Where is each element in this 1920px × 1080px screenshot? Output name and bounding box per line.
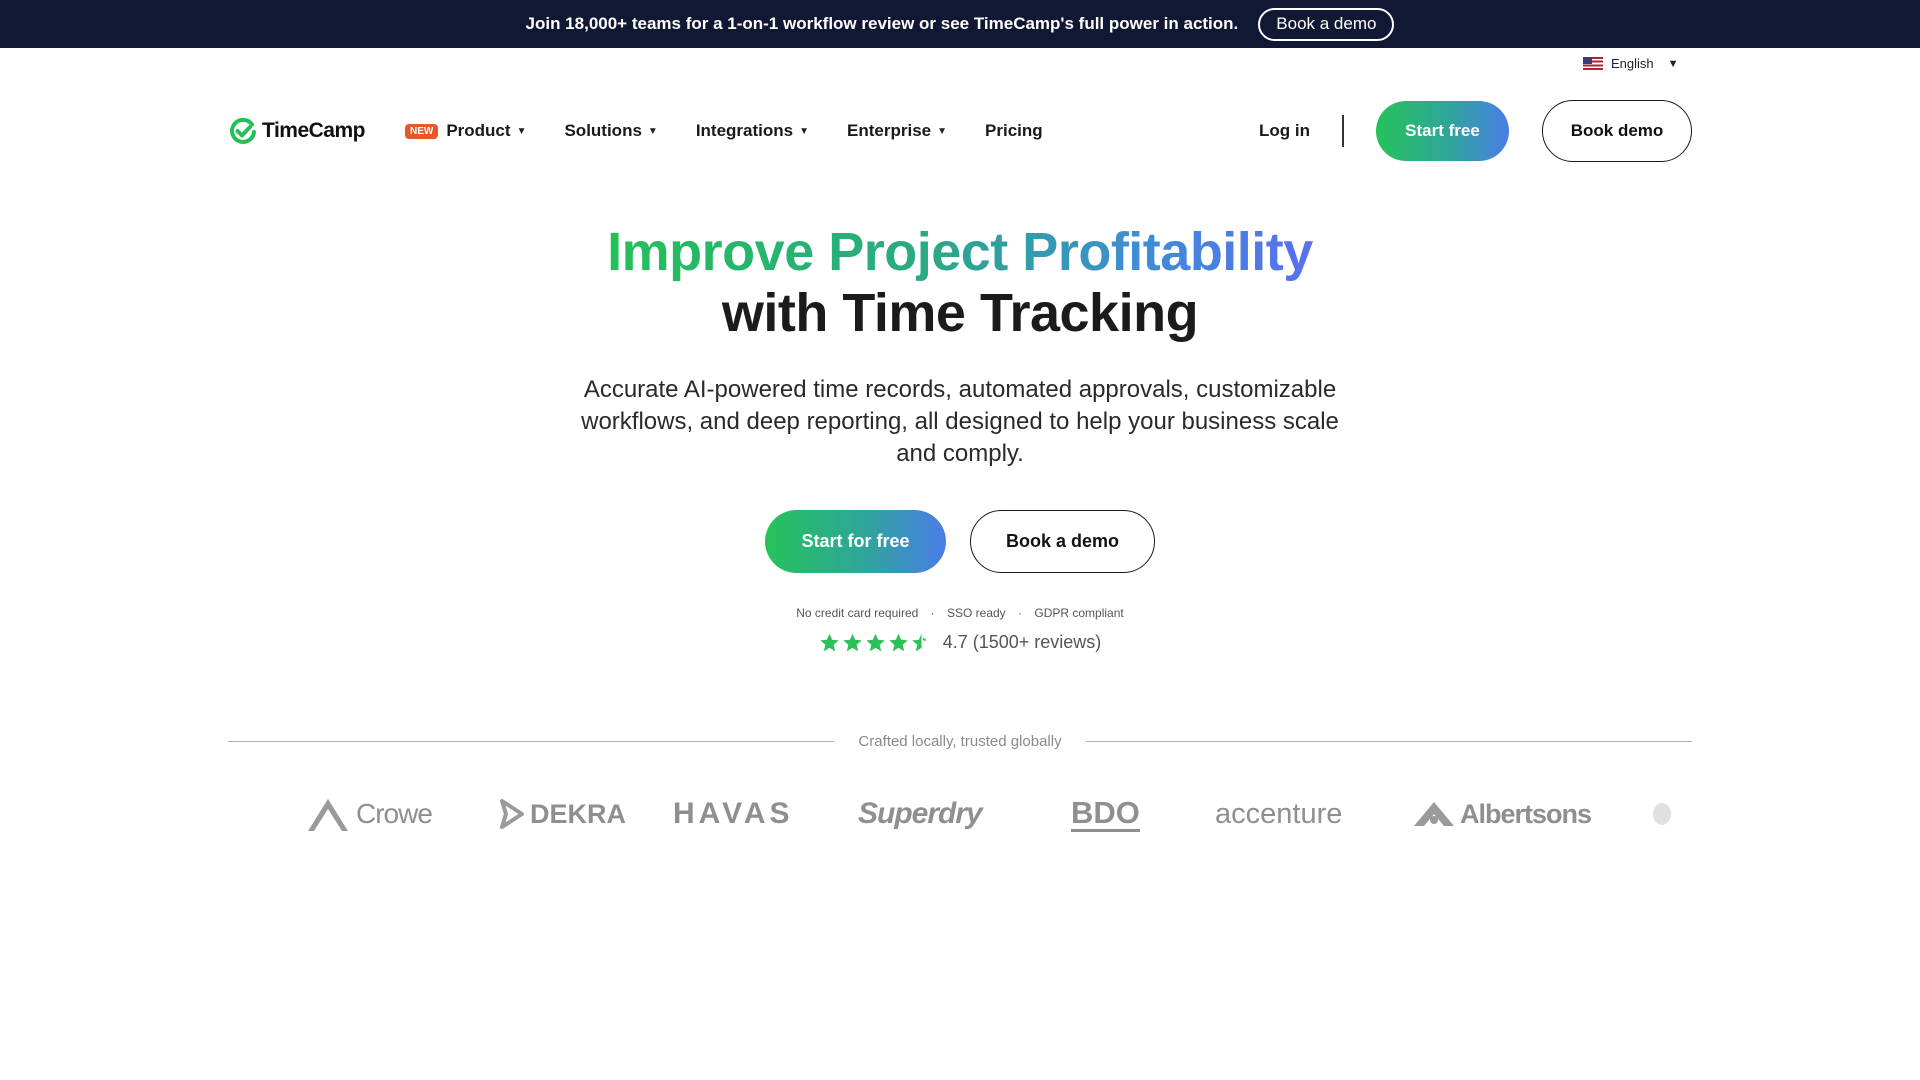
hero-title-line2: with Time Tracking [721,283,1199,343]
assurance-list: No credit card required · SSO ready · GD… [0,606,1920,620]
separator-dot: · [930,606,935,620]
nav-item-product[interactable]: NEW Product ▼ [404,121,527,141]
trusted-divider: Crafted locally, trusted globally [228,733,1692,750]
havas-wordmark: HAVAS [673,797,794,830]
chevron-down-icon: ▼ [1667,57,1679,70]
star-icon [820,633,839,652]
albertsons-wordmark: Albertsons [1460,798,1592,829]
caret-down-icon: ▼ [647,125,658,137]
caret-down-icon: ▼ [937,125,948,137]
crowe-logo: Crowe [306,790,433,838]
albertsons-logo: Albertsons [1410,790,1592,838]
nav-item-solutions[interactable]: Solutions ▼ [564,121,657,141]
book-demo-button[interactable]: Book demo [1542,100,1692,162]
half-star-icon [912,633,926,652]
hero-subtitle: Accurate AI-powered time records, automa… [581,376,1339,467]
timecamp-logo[interactable]: TimeCamp [228,116,365,146]
superdry-logo: Superdry [858,790,983,838]
assurance-sso: SSO ready [946,606,1006,620]
dekra-mark-icon [500,799,524,829]
nav-actions: Log in Start free Book demo [1259,100,1692,162]
divider-line [228,741,835,742]
havas-logo: HAVAS [673,790,794,838]
superdry-wordmark: Superdry [858,797,983,830]
star-icon [866,633,885,652]
nav-divider [1342,115,1344,147]
timecamp-logo-icon [230,117,256,144]
assurance-no-credit-card: No credit card required [796,606,919,620]
albertsons-mark-icon [1414,802,1454,826]
announcement-bar: Join 18,000+ teams for a 1-on-1 workflow… [0,0,1920,48]
hero-title-highlight: Improve Project Profitability [607,222,1313,282]
nav-menu: NEW Product ▼ Solutions ▼ Integrations ▼… [404,121,1043,141]
nav-item-integrations[interactable]: Integrations ▼ [696,121,809,141]
dekra-logo: DEKRA [500,790,626,838]
rating: 4.7 (1500+ reviews) [0,632,1920,653]
logo-text: TimeCamp [262,119,365,142]
nav-item-enterprise[interactable]: Enterprise ▼ [847,121,947,141]
bdo-logo: BDO [1071,796,1140,832]
hero-book-demo-button[interactable]: Book a demo [970,510,1155,573]
language-selector[interactable]: English ▼ [1583,56,1679,71]
bdo-wordmark: BDO [1071,794,1140,830]
accenture-logo: accenture [1215,790,1342,838]
accenture-wordmark: accenture [1215,797,1343,830]
crowe-wordmark: Crowe [356,798,433,829]
caret-down-icon: ▼ [799,125,810,137]
caret-down-icon: ▼ [516,125,527,137]
new-badge: NEW [404,123,439,139]
nav-item-pricing[interactable]: Pricing [985,121,1043,141]
announcement-book-demo-button[interactable]: Book a demo [1258,7,1395,41]
nav-item-label: Enterprise [847,121,932,140]
star-icon [843,633,862,652]
nav-item-label: Solutions [564,121,642,140]
start-free-button[interactable]: Start free [1376,101,1509,161]
assurance-gdpr: GDPR compliant [1034,606,1124,620]
nav-item-label: Integrations [695,121,794,140]
start-for-free-button[interactable]: Start for free [765,510,946,573]
nav-item-label: Product [446,121,511,140]
customer-logos: Crowe DEKRA HAVAS Superdry BDO accenture… [228,790,1692,838]
partial-logo-mark [1653,803,1671,825]
nav-item-label: Pricing [985,121,1043,140]
crowe-mark-icon [308,799,348,831]
divider-line [1085,741,1692,742]
hero-title: Improve Project Profitability with Time … [0,222,1920,344]
main-navigation: TimeCamp NEW Product ▼ Solutions ▼ Integ… [228,100,1692,162]
us-flag-icon [1583,57,1603,70]
language-label: English [1611,56,1654,71]
rating-text: 4.7 (1500+ reviews) [942,632,1102,652]
login-link[interactable]: Log in [1259,121,1310,141]
announcement-text: Join 18,000+ teams for a 1-on-1 workflow… [525,14,1239,33]
dekra-wordmark: DEKRA [530,798,627,829]
separator-dot: · [1018,606,1023,620]
star-icon [889,633,908,652]
trusted-label: Crafted locally, trusted globally [858,733,1062,750]
partial-logo [1653,790,1692,838]
